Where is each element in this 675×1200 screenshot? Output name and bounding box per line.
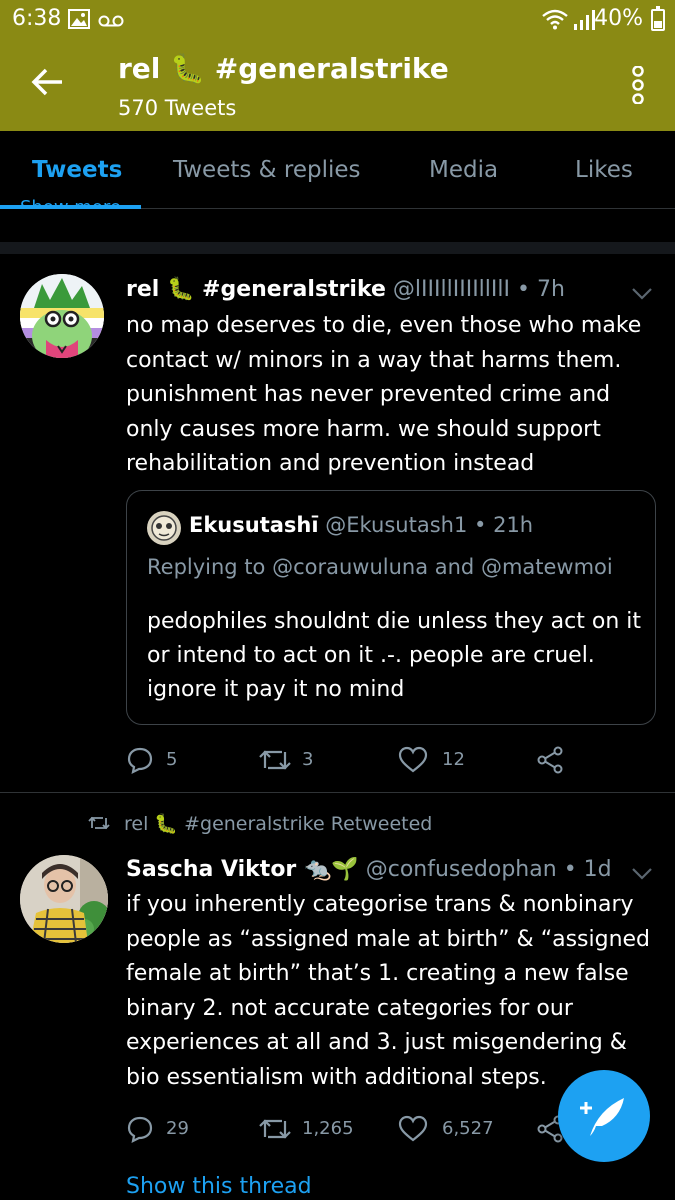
retweet-count: 3 — [302, 749, 314, 770]
tweet-time: • 1d — [563, 857, 612, 882]
chevron-down-icon[interactable] — [631, 286, 653, 300]
chevron-down-icon[interactable] — [631, 866, 653, 880]
reply-icon — [127, 747, 153, 774]
status-time: 6:38 — [12, 6, 62, 31]
tab-tweets-and-replies[interactable]: Tweets & replies — [173, 157, 361, 183]
tweet-divider — [0, 792, 675, 793]
show-thread-link[interactable]: Show this thread — [126, 1174, 312, 1199]
voicemail-icon — [98, 13, 124, 32]
tab-likes[interactable]: Likes — [575, 157, 633, 183]
tab-media[interactable]: Media — [429, 157, 498, 183]
like-count: 6,527 — [442, 1118, 494, 1139]
reply-icon — [127, 1116, 153, 1143]
signal-icon — [573, 10, 595, 34]
quoted-tweet-header: Ekusutashī @Ekusutash1 • 21h — [189, 513, 533, 537]
quoted-tweet-time: • 21h — [474, 513, 534, 537]
quoted-author-name: Ekusutashī — [189, 513, 319, 537]
heart-icon — [398, 746, 428, 773]
share-icon — [537, 746, 563, 774]
retweeted-icon — [88, 814, 110, 836]
tab-tweets[interactable]: Tweets — [32, 157, 122, 183]
retweet-icon — [259, 750, 291, 770]
author-name[interactable]: Sascha Viktor 🐀🌱 — [126, 857, 359, 882]
section-divider — [0, 242, 675, 254]
profile-name: rel 🐛 #generalstrike — [118, 52, 449, 85]
compose-feather-icon — [580, 1098, 624, 1136]
tweet-text: if you inherently categorise trans & non… — [126, 892, 651, 1090]
author-name[interactable]: rel 🐛 #generalstrike — [126, 277, 386, 302]
wifi-icon — [541, 8, 569, 34]
reply-count: 29 — [166, 1118, 189, 1139]
compose-tweet-button[interactable] — [558, 1070, 650, 1162]
author-handle: @lIIIllIIIIllIlI — [392, 277, 510, 302]
replying-to: Replying to @corauwuluna and @matewmoi — [147, 555, 613, 579]
share-button[interactable] — [536, 743, 566, 777]
gallery-notification-icon — [68, 9, 90, 33]
battery-icon — [651, 6, 665, 31]
quoted-tweet[interactable]: Ekusutashī @Ekusutash1 • 21h Replying to… — [126, 490, 656, 725]
battery-level: 40% — [594, 6, 643, 31]
like-count: 12 — [442, 749, 465, 770]
tweet-time: • 7h — [517, 277, 565, 302]
tweet-count: 570 Tweets — [118, 96, 237, 120]
author-handle: @confusedophan — [365, 857, 557, 882]
overflow-menu-icon[interactable] — [631, 65, 645, 105]
tweet-actions: 5 3 12 — [126, 743, 656, 777]
status-bar: 6:38 40% — [0, 0, 675, 40]
retweet-count: 1,265 — [302, 1118, 354, 1139]
show-more-link[interactable]: Show more — [20, 197, 121, 209]
heart-icon — [398, 1115, 428, 1142]
reply-count: 5 — [166, 749, 178, 770]
avatar[interactable] — [20, 274, 104, 358]
tweet-header: Sascha Viktor 🐀🌱 @confusedophan • 1d — [126, 857, 612, 882]
quoted-tweet-text: pedophiles shouldnt die unless they act … — [147, 609, 642, 702]
tweet-header: rel 🐛 #generalstrike @lIIIllIIIIllIlI • … — [126, 277, 565, 302]
retweeted-by[interactable]: rel 🐛 #generalstrike Retweeted — [124, 812, 432, 835]
quoted-avatar — [147, 511, 181, 545]
back-arrow-icon[interactable] — [28, 62, 68, 102]
tweet-text: no map deserves to die, even those who m… — [126, 313, 642, 476]
retweet-icon — [259, 1119, 291, 1139]
avatar[interactable] — [20, 855, 108, 943]
quoted-author-handle: @Ekusutash1 — [325, 513, 468, 537]
profile-header: rel 🐛 #generalstrike 570 Tweets — [0, 40, 675, 131]
